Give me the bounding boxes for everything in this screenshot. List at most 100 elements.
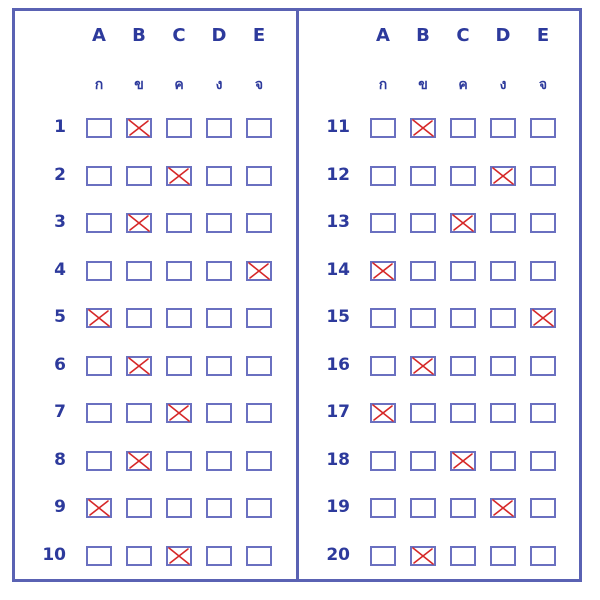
answer-box-9-b[interactable] [126, 498, 152, 518]
answer-box-15-a[interactable] [370, 308, 396, 328]
answer-box-13-e[interactable] [530, 213, 556, 233]
answer-box-13-d[interactable] [490, 213, 516, 233]
answer-box-9-e[interactable] [246, 498, 272, 518]
answer-box-16-e[interactable] [530, 355, 556, 376]
answer-box-14-e[interactable] [530, 260, 556, 281]
answer-box-7-c-marked[interactable] [166, 403, 192, 423]
answer-box-14-d[interactable] [490, 260, 516, 281]
answer-box-20-b-marked[interactable] [410, 545, 436, 566]
answer-box-2-e[interactable] [246, 165, 272, 186]
answer-box-15-e-marked[interactable] [530, 308, 556, 328]
answer-box-16-c[interactable] [450, 355, 476, 376]
answer-box-18-b[interactable] [410, 450, 436, 471]
answer-box-1-e[interactable] [246, 118, 272, 138]
answer-box-5-c[interactable] [166, 308, 192, 328]
answer-box-10-a[interactable] [86, 545, 112, 566]
answer-box-3-c[interactable] [166, 213, 192, 233]
answer-box-11-a[interactable] [370, 118, 396, 138]
answer-box-1-c[interactable] [166, 118, 192, 138]
answer-box-20-c[interactable] [450, 545, 476, 566]
answer-box-16-d[interactable] [490, 355, 516, 376]
answer-box-12-c[interactable] [450, 165, 476, 186]
answer-box-14-c[interactable] [450, 260, 476, 281]
answer-box-9-c[interactable] [166, 498, 192, 518]
answer-box-11-b-marked[interactable] [410, 118, 436, 138]
answer-box-8-a[interactable] [86, 450, 112, 471]
answer-box-10-b[interactable] [126, 545, 152, 566]
answer-box-4-c[interactable] [166, 260, 192, 281]
answer-box-19-c[interactable] [450, 498, 476, 518]
answer-box-16-a[interactable] [370, 355, 396, 376]
answer-box-19-e[interactable] [530, 498, 556, 518]
answer-box-5-a-marked[interactable] [86, 308, 112, 328]
answer-box-5-e[interactable] [246, 308, 272, 328]
answer-box-17-d[interactable] [490, 403, 516, 423]
answer-box-1-b-marked[interactable] [126, 118, 152, 138]
answer-box-1-d[interactable] [206, 118, 232, 138]
answer-box-2-c-marked[interactable] [166, 165, 192, 186]
answer-box-17-b[interactable] [410, 403, 436, 423]
answer-box-8-b-marked[interactable] [126, 450, 152, 471]
answer-box-7-a[interactable] [86, 403, 112, 423]
answer-box-6-d[interactable] [206, 355, 232, 376]
answer-box-3-d[interactable] [206, 213, 232, 233]
answer-box-9-d[interactable] [206, 498, 232, 518]
answer-box-4-a[interactable] [86, 260, 112, 281]
answer-box-4-e-marked[interactable] [246, 260, 272, 281]
answer-box-2-b[interactable] [126, 165, 152, 186]
answer-box-12-d-marked[interactable] [490, 165, 516, 186]
answer-box-8-c[interactable] [166, 450, 192, 471]
answer-box-13-b[interactable] [410, 213, 436, 233]
answer-box-11-c[interactable] [450, 118, 476, 138]
answer-box-14-a-marked[interactable] [370, 260, 396, 281]
answer-box-6-c[interactable] [166, 355, 192, 376]
answer-box-17-a-marked[interactable] [370, 403, 396, 423]
answer-box-20-e[interactable] [530, 545, 556, 566]
answer-box-10-c-marked[interactable] [166, 545, 192, 566]
answer-box-10-e[interactable] [246, 545, 272, 566]
answer-box-4-d[interactable] [206, 260, 232, 281]
answer-box-14-b[interactable] [410, 260, 436, 281]
answer-box-20-d[interactable] [490, 545, 516, 566]
answer-box-18-e[interactable] [530, 450, 556, 471]
answer-box-19-b[interactable] [410, 498, 436, 518]
answer-box-18-d[interactable] [490, 450, 516, 471]
answer-box-12-e[interactable] [530, 165, 556, 186]
answer-box-2-d[interactable] [206, 165, 232, 186]
answer-box-5-b[interactable] [126, 308, 152, 328]
answer-box-6-b-marked[interactable] [126, 355, 152, 376]
answer-box-10-d[interactable] [206, 545, 232, 566]
answer-box-19-a[interactable] [370, 498, 396, 518]
answer-box-8-d[interactable] [206, 450, 232, 471]
answer-box-18-c-marked[interactable] [450, 450, 476, 471]
answer-box-3-b-marked[interactable] [126, 213, 152, 233]
answer-box-19-d-marked[interactable] [490, 498, 516, 518]
answer-box-17-c[interactable] [450, 403, 476, 423]
answer-box-15-c[interactable] [450, 308, 476, 328]
answer-box-7-b[interactable] [126, 403, 152, 423]
answer-box-17-e[interactable] [530, 403, 556, 423]
answer-box-18-a[interactable] [370, 450, 396, 471]
answer-box-15-d[interactable] [490, 308, 516, 328]
answer-box-1-a[interactable] [86, 118, 112, 138]
answer-box-12-a[interactable] [370, 165, 396, 186]
answer-box-3-e[interactable] [246, 213, 272, 233]
answer-box-9-a-marked[interactable] [86, 498, 112, 518]
answer-box-5-d[interactable] [206, 308, 232, 328]
answer-box-11-d[interactable] [490, 118, 516, 138]
answer-box-2-a[interactable] [86, 165, 112, 186]
answer-box-20-a[interactable] [370, 545, 396, 566]
answer-box-16-b-marked[interactable] [410, 355, 436, 376]
answer-box-6-e[interactable] [246, 355, 272, 376]
answer-box-11-e[interactable] [530, 118, 556, 138]
answer-box-7-d[interactable] [206, 403, 232, 423]
answer-box-15-b[interactable] [410, 308, 436, 328]
answer-box-12-b[interactable] [410, 165, 436, 186]
answer-box-13-c-marked[interactable] [450, 213, 476, 233]
answer-box-4-b[interactable] [126, 260, 152, 281]
answer-box-3-a[interactable] [86, 213, 112, 233]
answer-box-8-e[interactable] [246, 450, 272, 471]
answer-box-13-a[interactable] [370, 213, 396, 233]
answer-box-7-e[interactable] [246, 403, 272, 423]
answer-box-6-a[interactable] [86, 355, 112, 376]
